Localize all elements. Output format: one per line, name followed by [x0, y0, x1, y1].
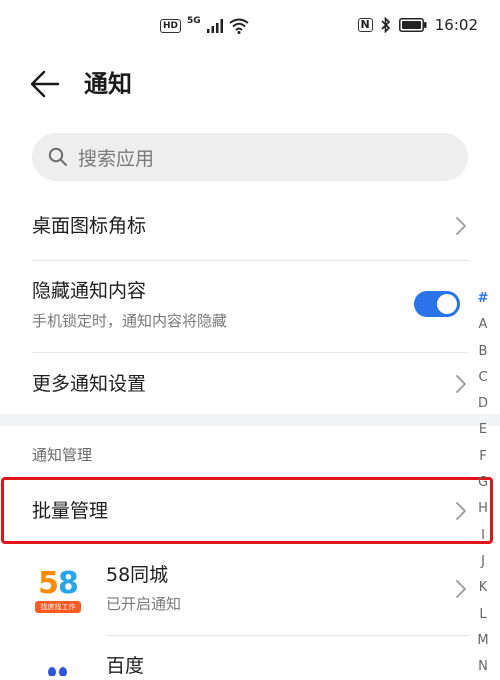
paw-icon: [48, 667, 67, 676]
alpha-index-n[interactable]: N: [474, 654, 492, 680]
search-input[interactable]: 搜索应用: [32, 133, 468, 181]
arrow-left-icon: [30, 70, 60, 98]
search-icon: [48, 147, 67, 166]
badge-icons-label: 桌面图标角标: [32, 215, 147, 237]
status-center: HD 5G: [160, 16, 249, 34]
app-58-logo-number: 58: [38, 566, 79, 601]
highlight-box: [1, 477, 493, 544]
more-settings-row[interactable]: 更多通知设置: [32, 356, 468, 412]
header: 通知: [0, 60, 500, 108]
alpha-index-g[interactable]: G: [474, 470, 492, 496]
app-row-58[interactable]: 58 找房找工作 58同城 已开启通知: [32, 558, 468, 624]
app-row-baidu[interactable]: 百度: [32, 648, 468, 676]
app-name: 百度: [106, 655, 145, 676]
alpha-index-b[interactable]: B: [474, 339, 492, 365]
badge-icons-row[interactable]: 桌面图标角标: [32, 198, 468, 254]
signal-icon: [206, 19, 223, 33]
alpha-index-e[interactable]: E: [474, 417, 492, 443]
chevron-right-icon: [456, 217, 466, 235]
search-placeholder: 搜索应用: [78, 147, 155, 170]
divider: [32, 260, 468, 261]
section-gap: [0, 414, 500, 426]
status-time: 16:02: [434, 16, 478, 34]
divider: [106, 635, 468, 636]
chevron-right-icon: [456, 580, 466, 598]
baidu-paw-icon: [32, 662, 84, 676]
alpha-index-d[interactable]: D: [474, 391, 492, 417]
hide-content-row: 隐藏通知内容 手机锁定时，通知内容将隐藏: [32, 270, 468, 346]
bluetooth-icon: [381, 17, 390, 33]
hide-content-label: 隐藏通知内容: [32, 280, 147, 302]
divider: [32, 352, 468, 353]
more-settings-label: 更多通知设置: [32, 373, 147, 395]
status-right: N 16:02: [357, 16, 478, 34]
alpha-index-i[interactable]: I: [474, 523, 492, 549]
toggle-knob: [437, 294, 457, 314]
hide-content-toggle[interactable]: [414, 291, 460, 317]
page-title: 通知: [84, 70, 132, 98]
status-bar: HD 5G N 16:02: [0, 0, 500, 56]
nfc-icon: N: [357, 18, 373, 32]
hd-badge: HD: [160, 19, 182, 33]
alpha-index-hash[interactable]: #: [474, 286, 492, 312]
alpha-index-k[interactable]: K: [474, 575, 492, 601]
alpha-index-f[interactable]: F: [474, 444, 492, 470]
hide-content-sublabel: 手机锁定时，通知内容将隐藏: [32, 312, 228, 330]
app-58-logo-tag: 找房找工作: [35, 601, 81, 613]
alpha-index-a[interactable]: A: [474, 312, 492, 338]
chevron-right-icon: [456, 375, 466, 393]
app-name: 58同城: [106, 564, 169, 586]
network-label: 5G: [187, 16, 201, 26]
alpha-index-c[interactable]: C: [474, 365, 492, 391]
alphabet-index[interactable]: # A B C D E F G H I J K L M N: [474, 286, 492, 680]
app-status: 已开启通知: [106, 595, 182, 613]
app-58-icon: 58 找房找工作: [32, 565, 84, 617]
alpha-index-m[interactable]: M: [474, 628, 492, 654]
battery-icon: [398, 18, 427, 32]
alpha-index-j[interactable]: J: [474, 549, 492, 575]
alpha-index-h[interactable]: H: [474, 496, 492, 522]
section-label: 通知管理: [32, 446, 93, 464]
back-button[interactable]: [28, 68, 68, 100]
wifi-icon: [229, 18, 249, 34]
alpha-index-l[interactable]: L: [474, 602, 492, 628]
